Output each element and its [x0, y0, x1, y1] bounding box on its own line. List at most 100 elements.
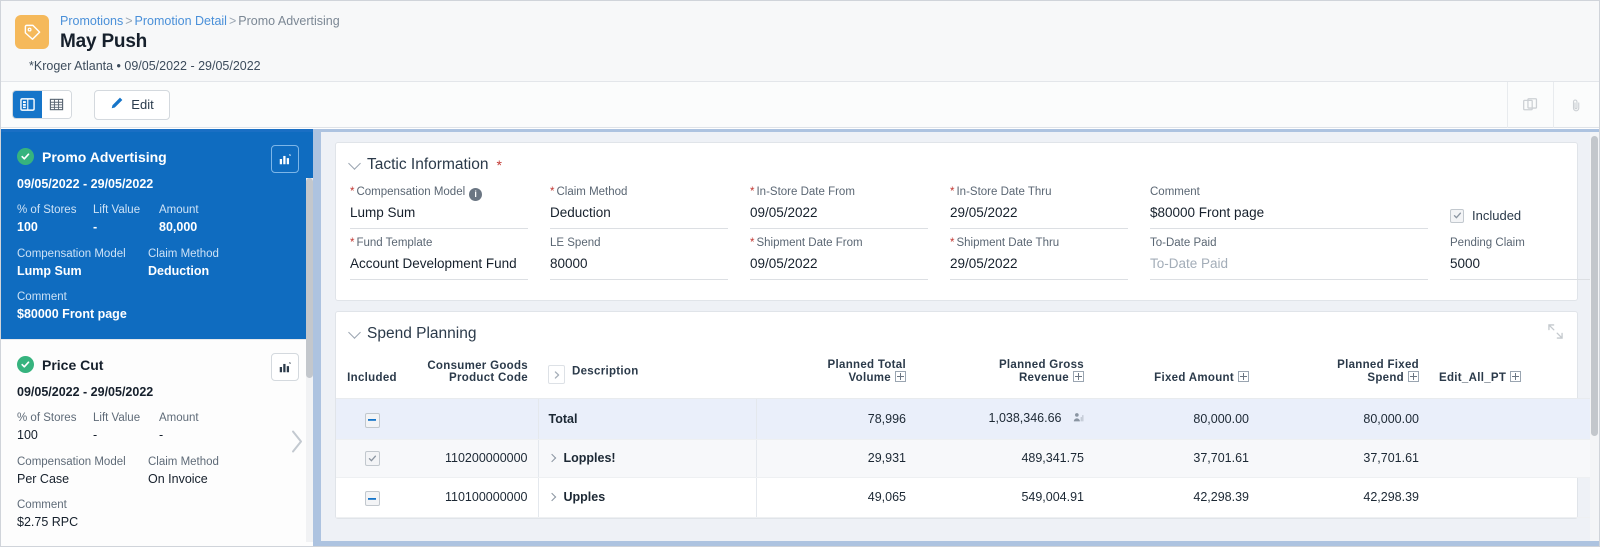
row-checkbox-cell[interactable] [336, 398, 408, 440]
col-edit-all-pt[interactable]: Edit_All_PT [1429, 351, 1599, 399]
edit-button[interactable]: Edit [94, 89, 170, 120]
metric-value: 100 [17, 428, 38, 442]
chevron-down-icon[interactable] [348, 156, 361, 170]
tactic-information-title[interactable]: Tactic Information * [336, 143, 1577, 182]
card-title: Promo Advertising [42, 148, 167, 165]
included-checkbox-field[interactable]: Included [1450, 184, 1599, 229]
field-shipment-date-from[interactable]: * Shipment Date From 09/05/2022 [750, 235, 950, 280]
row-planned-gross-revenue: 549,004.91 [916, 477, 1094, 518]
table-row[interactable]: 110200000000 Lopples! 29,931 489,341.75 … [336, 439, 1599, 478]
info-icon[interactable]: i [469, 188, 483, 201]
field-label: * Shipment Date Thru [950, 237, 1060, 249]
field-le-spend[interactable]: LE Spend 80000 [550, 235, 750, 280]
detail-label: Compensation Model [17, 456, 126, 468]
col-planned-gross-revenue[interactable]: Planned Gross Revenue [916, 351, 1094, 399]
field-value: Account Development Fund [350, 252, 528, 280]
section-title-text: Spend Planning [367, 325, 477, 342]
card-date-range: 09/05/2022 - 29/05/2022 [17, 385, 154, 399]
breadcrumb-separator-2: > [228, 14, 237, 28]
field-value: Deduction [550, 201, 728, 229]
plus-icon[interactable] [1510, 371, 1522, 382]
field-label: Pending Claim [1450, 237, 1525, 249]
grid-table-icon[interactable] [42, 91, 71, 118]
row-checkbox-cell[interactable] [336, 477, 408, 518]
row-planned-fixed-spend: 80,000.00 [1259, 398, 1429, 440]
field-value: $80000 Front page [1150, 201, 1428, 229]
table-header-row: Included Consumer Goods Product Code Des… [336, 351, 1599, 399]
row-checkbox-cell[interactable] [336, 439, 408, 478]
metric-label: Amount [159, 412, 199, 424]
row-description[interactable]: Lopples! [537, 439, 756, 478]
card-compensation-model: Compensation Model Lump Sum [17, 246, 148, 280]
col-included[interactable]: Included [336, 351, 408, 399]
metric-label: Lift Value [93, 412, 141, 424]
col-planned-fixed-spend[interactable]: Planned Fixed Spend [1259, 351, 1429, 399]
chevron-right-icon[interactable] [547, 493, 556, 502]
field-comment[interactable]: Comment $80000 Front page [1150, 184, 1450, 229]
chevron-down-icon[interactable] [348, 325, 361, 339]
card-metric-amount: Amount 80,000 [159, 202, 199, 236]
metric-label: Lift Value [93, 204, 141, 216]
included-label: Included [1472, 208, 1522, 223]
panel-layout-icon[interactable] [13, 91, 42, 118]
tactic-information-fields: * Compensation Model i Lump Sum * Claim Met… [336, 182, 1599, 300]
bar-chart-icon[interactable]: s [271, 145, 299, 173]
metric-value: 100 [17, 220, 38, 234]
sidebar-scrollbar-thumb[interactable] [306, 178, 313, 378]
pencil-icon [110, 96, 124, 113]
card-claim-method: Claim Method Deduction [148, 246, 279, 280]
plus-icon[interactable] [895, 371, 906, 382]
sidebar-scrollbar[interactable] [306, 178, 313, 542]
row-description: Total [537, 398, 756, 440]
metric-value: - [93, 428, 98, 442]
field-shipment-date-thru[interactable]: * Shipment Date Thru 29/05/2022 [950, 235, 1150, 280]
row-fixed-amount: 42,298.39 [1094, 477, 1259, 518]
col-description[interactable]: Description [538, 351, 756, 399]
breadcrumb-link-promotion-detail[interactable]: Promotion Detail [135, 14, 227, 28]
field-in-store-date-thru[interactable]: * In-Store Date Thru 29/05/2022 [950, 184, 1150, 229]
row-edit-all-pt [1429, 477, 1599, 518]
comment-label: Comment [17, 291, 67, 303]
field-fund-template[interactable]: * Fund Template Account Development Fund [350, 235, 550, 280]
checked-checkbox[interactable] [364, 450, 380, 466]
clone-icon[interactable] [1507, 82, 1553, 128]
plus-icon[interactable] [1238, 371, 1249, 382]
field-label: * Shipment Date From [750, 237, 863, 249]
spend-planning-title[interactable]: Spend Planning [336, 312, 1577, 351]
chevron-right-box-icon[interactable] [548, 365, 565, 384]
table-row[interactable]: Total 78,996 1,038,346.66 80,000.00 80,0… [336, 398, 1599, 440]
field-to-date-paid[interactable]: To-Date Paid To-Date Paid [1150, 235, 1450, 280]
table-row[interactable]: 110100000000 Upples 49,065 549,004.91 42… [336, 477, 1599, 518]
col-fixed-amount[interactable]: Fixed Amount [1094, 351, 1259, 399]
row-product-code: 110100000000 [408, 477, 538, 518]
indeterminate-checkbox[interactable] [364, 491, 380, 506]
field-in-store-date-from[interactable]: * In-Store Date From 09/05/2022 [750, 184, 950, 229]
card-metric-stores: % of Stores 100 [17, 410, 93, 444]
plus-icon[interactable] [1073, 371, 1084, 382]
tactic-card-promo-advertising[interactable]: Promo Advertising s 09/05/2022 - 29/05/2… [1, 132, 313, 340]
chevron-right-icon[interactable] [289, 424, 305, 463]
field-pending-claim[interactable]: Pending Claim 5000 [1450, 235, 1599, 280]
row-description[interactable]: Upples [537, 477, 756, 518]
expand-fullscreen-icon[interactable] [1548, 324, 1563, 344]
breadcrumb-link-promotions[interactable]: Promotions [60, 14, 123, 28]
col-product-code[interactable]: Consumer Goods Product Code [408, 351, 538, 399]
bar-chart-icon[interactable]: s [271, 353, 299, 381]
attachment-icon[interactable] [1553, 82, 1599, 128]
field-label: To-Date Paid [1150, 237, 1217, 249]
row-fixed-amount: 37,701.61 [1094, 439, 1259, 478]
field-claim-method[interactable]: * Claim Method Deduction [550, 184, 750, 229]
col-planned-total-volume[interactable]: Planned Total Volume [756, 351, 916, 399]
row-planned-fixed-spend: 42,298.39 [1259, 477, 1429, 518]
field-label: * Compensation Model i [350, 184, 528, 201]
content-scrollbar[interactable] [1590, 132, 1599, 546]
content-scrollbar-thumb[interactable] [1591, 136, 1598, 436]
field-compensation-model[interactable]: * Compensation Model i Lump Sum [350, 184, 550, 229]
field-label: * Fund Template [350, 237, 433, 249]
indeterminate-checkbox[interactable] [364, 412, 380, 428]
plus-icon[interactable] [1408, 371, 1419, 382]
detail-value: Deduction [148, 264, 210, 278]
tactic-card-price-cut[interactable]: Price Cut s 09/05/2022 - 29/05/2022 % of… [1, 340, 313, 546]
included-checkbox[interactable] [1450, 208, 1464, 223]
chevron-right-icon[interactable] [547, 453, 556, 463]
